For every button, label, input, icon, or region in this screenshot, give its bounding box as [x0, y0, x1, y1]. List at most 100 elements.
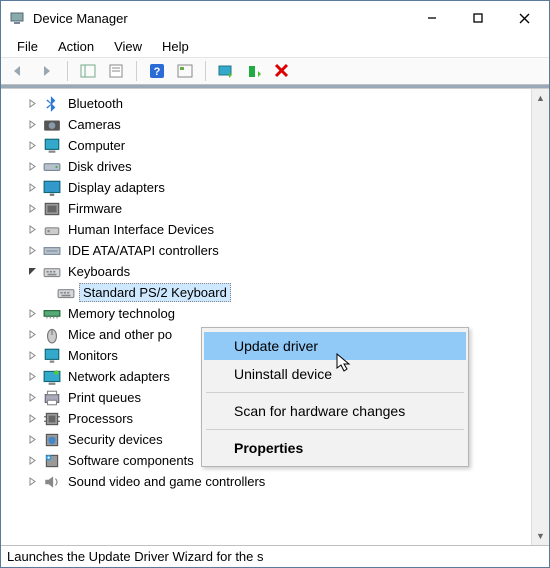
expand-icon[interactable]	[25, 328, 39, 342]
tree-area: Bluetooth Cameras Computer Disk drives Displ…	[1, 88, 549, 545]
menu-view[interactable]: View	[104, 37, 152, 56]
mon-icon	[43, 348, 61, 364]
tree-item-label: Firmware	[65, 200, 125, 217]
tree-item-label: Security devices	[65, 431, 166, 448]
tree-item-label: Network adapters	[65, 368, 173, 385]
scroll-down-button[interactable]: ▼	[532, 527, 549, 545]
status-text: Launches the Update Driver Wizard for th…	[7, 549, 264, 564]
scrollbar[interactable]: ▲ ▼	[531, 89, 549, 545]
close-button[interactable]	[501, 3, 547, 33]
expand-icon[interactable]	[25, 97, 39, 111]
expand-icon[interactable]	[25, 454, 39, 468]
tree-item-label: Software components	[65, 452, 197, 469]
menu-file[interactable]: File	[7, 37, 48, 56]
expand-icon[interactable]	[25, 391, 39, 405]
tree-item-pc[interactable]: Computer	[1, 135, 531, 156]
menu-help[interactable]: Help	[152, 37, 199, 56]
ctx-update-driver[interactable]: Update driver	[204, 332, 466, 360]
window-controls	[409, 3, 547, 33]
tree-item-snd[interactable]: Sound video and game controllers	[1, 471, 531, 492]
cam-icon	[43, 117, 61, 133]
help-toolbar-button[interactable]: ?	[145, 60, 169, 82]
kb-icon	[43, 264, 61, 280]
ide-icon	[43, 243, 61, 259]
expand-icon[interactable]	[25, 160, 39, 174]
tree-item-label: Mice and other po	[65, 326, 175, 343]
ctx-scan-hardware[interactable]: Scan for hardware changes	[204, 397, 466, 425]
uninstall-toolbar-button[interactable]	[242, 60, 266, 82]
tree-item-label: Print queues	[65, 389, 144, 406]
cpu-icon	[43, 411, 61, 427]
update-driver-toolbar-button[interactable]	[214, 60, 238, 82]
tree-child-kb[interactable]: Standard PS/2 Keyboard	[1, 282, 531, 303]
expand-icon[interactable]	[25, 370, 39, 384]
menu-action[interactable]: Action	[48, 37, 104, 56]
menubar: File Action View Help	[1, 35, 549, 57]
ctx-separator	[206, 429, 464, 430]
expand-icon[interactable]	[25, 202, 39, 216]
back-button[interactable]	[7, 60, 31, 82]
expand-icon[interactable]	[25, 412, 39, 426]
expand-icon[interactable]	[25, 475, 39, 489]
expand-icon[interactable]	[25, 181, 39, 195]
ctx-uninstall-device[interactable]: Uninstall device	[204, 360, 466, 388]
tree-item-disk[interactable]: Disk drives	[1, 156, 531, 177]
tree-item-label: Human Interface Devices	[65, 221, 217, 238]
expand-icon[interactable]	[25, 223, 39, 237]
snd-icon	[43, 474, 61, 490]
tree-item-hid[interactable]: Human Interface Devices	[1, 219, 531, 240]
tree-item-label: Processors	[65, 410, 136, 427]
context-menu: Update driver Uninstall device Scan for …	[201, 327, 469, 467]
separator	[67, 61, 68, 81]
pc-icon	[43, 138, 61, 154]
tree-item-label: Monitors	[65, 347, 121, 364]
bt-icon	[43, 96, 61, 112]
sec-icon	[43, 432, 61, 448]
tree-item-mem[interactable]: Memory technolog	[1, 303, 531, 324]
ctx-properties[interactable]: Properties	[204, 434, 466, 462]
minimize-button[interactable]	[409, 3, 455, 33]
ctx-separator	[206, 392, 464, 393]
disk-icon	[43, 159, 61, 175]
expand-icon[interactable]	[25, 244, 39, 258]
tree-item-label: Keyboards	[65, 263, 133, 280]
tree-item-disp[interactable]: Display adapters	[1, 177, 531, 198]
disable-toolbar-button[interactable]	[270, 60, 294, 82]
prn-icon	[43, 390, 61, 406]
net-icon	[43, 369, 61, 385]
tree-item-bt[interactable]: Bluetooth	[1, 93, 531, 114]
tree-item-label: Standard PS/2 Keyboard	[79, 283, 231, 302]
separator	[136, 61, 137, 81]
tree-item-label: Disk drives	[65, 158, 135, 175]
tree-item-label: Bluetooth	[65, 95, 126, 112]
kb-icon	[57, 285, 75, 301]
device-tree[interactable]: Bluetooth Cameras Computer Disk drives Displ…	[1, 89, 531, 545]
statusbar: Launches the Update Driver Wizard for th…	[1, 545, 549, 567]
expand-icon[interactable]	[25, 307, 39, 321]
tree-item-kb[interactable]: Keyboards	[1, 261, 531, 282]
separator	[205, 61, 206, 81]
tree-item-label: Computer	[65, 137, 128, 154]
collapse-icon[interactable]	[25, 265, 39, 279]
expand-icon[interactable]	[25, 118, 39, 132]
tree-item-ide[interactable]: IDE ATA/ATAPI controllers	[1, 240, 531, 261]
scan-toolbar-button[interactable]	[173, 60, 197, 82]
hid-icon	[43, 222, 61, 238]
tree-item-label: Cameras	[65, 116, 124, 133]
scroll-up-button[interactable]: ▲	[532, 89, 549, 107]
mem-icon	[43, 306, 61, 322]
tree-item-label: Sound video and game controllers	[65, 473, 268, 490]
properties-toolbar-button[interactable]	[104, 60, 128, 82]
app-icon	[9, 10, 25, 26]
expand-icon[interactable]	[25, 433, 39, 447]
expand-icon[interactable]	[25, 349, 39, 363]
show-hide-tree-button[interactable]	[76, 60, 100, 82]
forward-button[interactable]	[35, 60, 59, 82]
sw-icon	[43, 453, 61, 469]
tree-item-fw[interactable]: Firmware	[1, 198, 531, 219]
expand-icon[interactable]	[25, 139, 39, 153]
tree-item-cam[interactable]: Cameras	[1, 114, 531, 135]
device-manager-window: Device Manager File Action View Help ? B…	[0, 0, 550, 568]
fw-icon	[43, 201, 61, 217]
maximize-button[interactable]	[455, 3, 501, 33]
